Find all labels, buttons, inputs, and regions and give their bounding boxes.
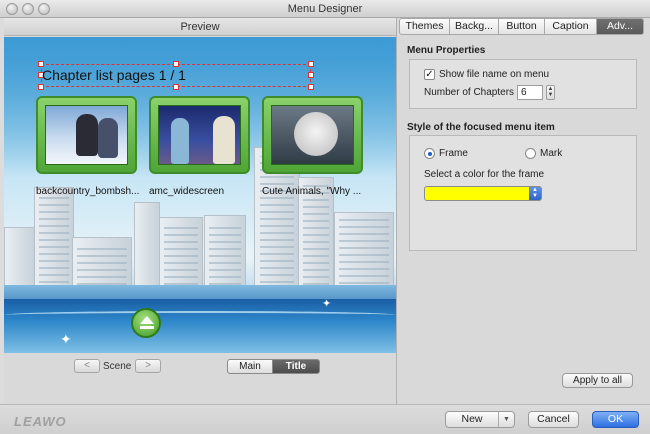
chapters-number-input[interactable]: 6 <box>517 85 543 100</box>
chevron-updown-icon: ▲ ▼ <box>529 187 541 200</box>
chevron-down-icon[interactable]: ▼ <box>498 412 514 427</box>
menu-preview-canvas[interactable]: ✦ ✦ Chapter list pages 1 / 1 backcountry… <box>4 37 396 353</box>
apply-to-all-button[interactable]: Apply to all <box>562 373 633 388</box>
new-button-label: New <box>461 413 483 425</box>
thumbnail-figure <box>76 114 98 156</box>
title-view-button[interactable]: Title <box>272 359 320 374</box>
tab-themes[interactable]: Themes <box>399 18 450 35</box>
resize-handle[interactable] <box>173 84 179 90</box>
menu-properties-heading: Menu Properties <box>407 45 486 56</box>
ok-button[interactable]: OK <box>592 411 639 428</box>
building-windows <box>209 222 241 292</box>
building-windows <box>164 224 198 292</box>
window-title: Menu Designer <box>287 3 363 15</box>
eject-icon[interactable] <box>131 308 161 338</box>
tab-button[interactable]: Button <box>499 18 545 35</box>
menu-properties-group: ✓ Show file name on menu Number of Chapt… <box>409 59 637 109</box>
thumbnail-caption: backcountry_bombsh... <box>36 186 140 197</box>
scene-navigation: < Scene > Main Title <box>4 356 396 380</box>
scene-label: Scene <box>103 361 132 372</box>
sparkle-icon: ✦ <box>60 331 72 347</box>
thumbnail-image <box>271 105 354 165</box>
cancel-button[interactable]: Cancel <box>528 411 579 428</box>
building-windows <box>39 194 69 290</box>
tab-advanced[interactable]: Adv... <box>597 18 644 35</box>
show-file-name-label: Show file name on menu <box>439 69 550 80</box>
frame-color-dropdown[interactable]: ▲ ▼ <box>424 186 542 201</box>
focused-style-group: Frame Mark Select a color for the frame … <box>409 135 637 251</box>
building-windows <box>303 184 329 292</box>
sparkle-icon: ✦ <box>322 298 332 310</box>
mark-radio[interactable] <box>525 148 536 159</box>
thumbnail-image <box>45 105 128 165</box>
show-file-name-checkbox[interactable]: ✓ <box>424 69 435 80</box>
resize-handle[interactable] <box>308 72 314 78</box>
leawo-logo: LEAWO <box>14 414 67 429</box>
chapter-thumbnail[interactable] <box>149 96 250 174</box>
thumbnail-image <box>158 105 241 165</box>
eject-triangle <box>140 316 154 324</box>
eject-bar <box>140 326 154 329</box>
chapter-list-title[interactable]: Chapter list pages 1 / 1 <box>42 67 186 83</box>
footer-bar: LEAWO New ▼ Cancel OK <box>0 404 650 434</box>
focused-style-heading: Style of the focused menu item <box>407 122 555 133</box>
thumbnail-caption: Cute Animals, "Why ... <box>262 186 362 197</box>
thumbnail-figure <box>171 118 189 164</box>
resize-handle[interactable] <box>38 84 44 90</box>
thumbnail-figure <box>213 116 235 164</box>
thumbnail-figure <box>98 118 118 158</box>
scene-next-button[interactable]: > <box>135 359 161 373</box>
building <box>34 187 74 297</box>
chapters-label: Number of Chapters <box>424 87 515 98</box>
building <box>134 202 160 297</box>
thumbnail-caption: amc_widescreen <box>149 186 225 197</box>
main-view-button[interactable]: Main <box>227 359 273 374</box>
building-windows <box>339 219 389 291</box>
preview-panel: Preview ✦ ✦ Chapter list pages 1 / 1 bac… <box>4 18 396 404</box>
frame-color-label: Select a color for the frame <box>424 169 545 180</box>
settings-panel: Themes Backg... Button Caption Adv... Me… <box>396 18 650 404</box>
chapters-stepper[interactable]: ▲ ▼ <box>546 85 555 100</box>
frame-radio[interactable] <box>424 148 435 159</box>
building-windows <box>260 156 294 290</box>
new-button[interactable]: New ▼ <box>445 411 515 428</box>
tab-background[interactable]: Backg... <box>450 18 499 35</box>
menu-designer-window: Menu Designer Preview ✦ ✦ Chapter list p… <box>0 0 650 434</box>
thumbnail-kitten <box>294 112 338 156</box>
title-bar: Menu Designer <box>0 0 650 18</box>
mark-radio-label: Mark <box>540 148 563 159</box>
wave-highlight <box>4 311 396 319</box>
preview-header: Preview <box>4 18 396 36</box>
chapter-thumbnail[interactable] <box>262 96 363 174</box>
scene-prev-button[interactable]: < <box>74 359 100 373</box>
frame-radio-label: Frame <box>439 148 468 159</box>
resize-handle[interactable] <box>308 61 314 67</box>
resize-handle[interactable] <box>308 84 314 90</box>
tab-caption[interactable]: Caption <box>545 18 597 35</box>
settings-tabs: Themes Backg... Button Caption Adv... <box>399 18 644 35</box>
chapter-thumbnail[interactable] <box>36 96 137 174</box>
